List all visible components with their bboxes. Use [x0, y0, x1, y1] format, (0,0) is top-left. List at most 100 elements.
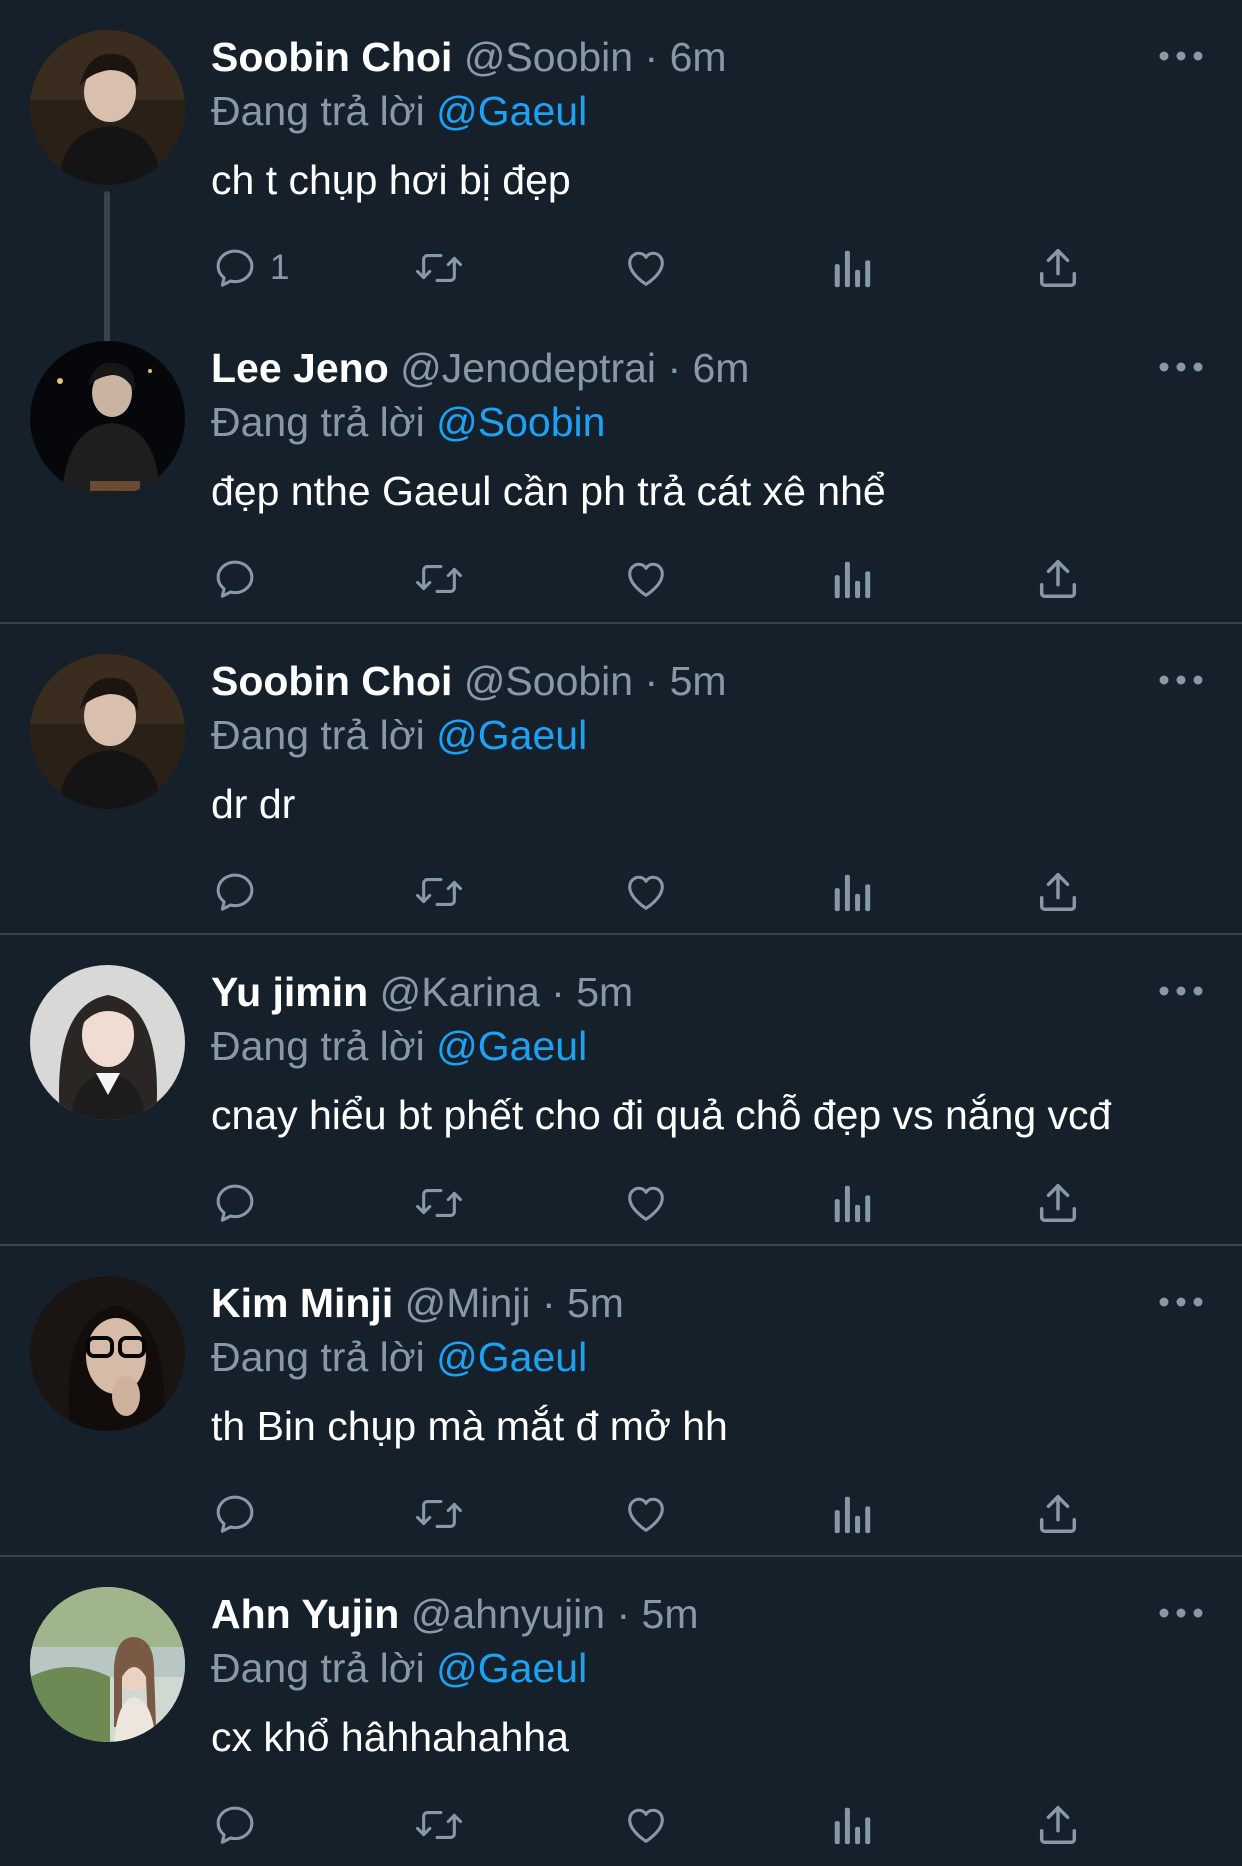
user-handle[interactable]: @Karina — [380, 969, 540, 1015]
tweet-actions — [0, 1797, 1242, 1853]
share-icon — [1039, 249, 1077, 287]
retweet-icon — [415, 254, 462, 282]
stats-icon — [834, 561, 871, 599]
timestamp[interactable]: 5m — [576, 969, 633, 1015]
more-icon[interactable] — [1156, 1601, 1206, 1625]
user-handle[interactable]: @Soobin — [464, 658, 633, 704]
reply-mention-link[interactable]: @Gaeul — [436, 712, 587, 758]
stats-icon — [834, 1496, 871, 1534]
display-name[interactable]: Kim Minji — [211, 1280, 393, 1326]
analytics-button[interactable] — [830, 1797, 874, 1853]
tweet-text: ch t chụp hơi bị đẹp — [211, 157, 571, 203]
reply-mention-link[interactable]: @Gaeul — [436, 88, 587, 134]
like-icon — [628, 1497, 664, 1532]
display-name[interactable]: Soobin Choi — [211, 658, 452, 704]
like-button[interactable] — [623, 551, 669, 607]
tweet[interactable]: Soobin Choi @Soobin · 6m Đang trả lời @G… — [0, 0, 1242, 343]
analytics-button[interactable] — [830, 864, 874, 920]
avatar[interactable] — [30, 30, 185, 185]
avatar[interactable] — [30, 965, 185, 1120]
reply-button[interactable] — [212, 864, 270, 920]
more-icon[interactable] — [1156, 355, 1206, 379]
retweet-icon — [415, 1500, 462, 1528]
avatar[interactable] — [30, 341, 185, 496]
timestamp[interactable]: 6m — [693, 345, 750, 391]
like-button[interactable] — [623, 864, 669, 920]
replying-to-label: Đang trả lời — [211, 1023, 425, 1069]
share-button[interactable] — [1036, 864, 1080, 920]
reply-mention-link[interactable]: @Gaeul — [436, 1645, 587, 1691]
share-icon — [1039, 873, 1077, 911]
user-handle[interactable]: @Minji — [405, 1280, 531, 1326]
timestamp[interactable]: 5m — [642, 1591, 699, 1637]
user-handle[interactable]: @Jenodeptrai — [400, 345, 656, 391]
more-icon[interactable] — [1156, 44, 1206, 68]
analytics-button[interactable] — [830, 240, 874, 296]
reply-mention-link[interactable]: @Gaeul — [436, 1334, 587, 1380]
avatar[interactable] — [30, 1276, 185, 1431]
reply-icon — [216, 560, 254, 598]
display-name[interactable]: Ahn Yujin — [211, 1591, 399, 1637]
reply-button[interactable] — [212, 1797, 270, 1853]
user-handle[interactable]: @ahnyujin — [411, 1591, 605, 1637]
tweet-actions: 1 — [0, 240, 1242, 296]
tweet[interactable]: Soobin Choi @Soobin · 5m Đang trả lời @G… — [0, 622, 1242, 933]
reply-button[interactable] — [212, 1175, 270, 1231]
share-button[interactable] — [1036, 1797, 1080, 1853]
tweet[interactable]: Lee Jeno @Jenodeptrai · 6m Đang trả lời … — [0, 311, 1242, 622]
reply-count: 1 — [270, 248, 290, 287]
like-button[interactable] — [623, 1486, 669, 1542]
avatar[interactable] — [30, 1587, 185, 1742]
retweet-button[interactable] — [414, 1797, 464, 1853]
retweet-icon — [415, 878, 462, 906]
retweet-button[interactable] — [414, 864, 464, 920]
user-handle[interactable]: @Soobin — [464, 34, 633, 80]
display-name[interactable]: Soobin Choi — [211, 34, 452, 80]
avatar[interactable] — [30, 654, 185, 809]
analytics-button[interactable] — [830, 551, 874, 607]
tweet-header: Soobin Choi @Soobin · 6m — [211, 30, 727, 84]
replying-to-label: Đang trả lời — [211, 399, 425, 445]
tweet-text: đẹp nthe Gaeul cần ph trả cát xê nhể — [211, 468, 886, 514]
replying-to: Đang trả lời @Gaeul — [211, 1330, 587, 1384]
more-icon[interactable] — [1156, 668, 1206, 692]
reply-icon — [216, 1495, 254, 1533]
tweet[interactable]: Kim Minji @Minji · 5m Đang trả lời @Gaeu… — [0, 1244, 1242, 1555]
like-button[interactable] — [623, 1797, 669, 1853]
more-icon[interactable] — [1156, 1290, 1206, 1314]
tweet[interactable]: Ahn Yujin @ahnyujin · 5m Đang trả lời @G… — [0, 1555, 1242, 1866]
like-icon — [628, 562, 664, 597]
like-icon — [628, 875, 664, 910]
reply-button[interactable] — [212, 1486, 270, 1542]
tweet[interactable]: Yu jimin @Karina · 5m Đang trả lời @Gaeu… — [0, 933, 1242, 1244]
like-button[interactable] — [623, 240, 669, 296]
share-button[interactable] — [1036, 551, 1080, 607]
separator-dot: · — [551, 969, 565, 1015]
retweet-button[interactable] — [414, 551, 464, 607]
share-button[interactable] — [1036, 1175, 1080, 1231]
display-name[interactable]: Yu jimin — [211, 969, 368, 1015]
share-button[interactable] — [1036, 1486, 1080, 1542]
analytics-button[interactable] — [830, 1175, 874, 1231]
reply-mention-link[interactable]: @Soobin — [436, 399, 605, 445]
reply-icon — [216, 873, 254, 911]
retweet-button[interactable] — [414, 1175, 464, 1231]
retweet-button[interactable] — [414, 240, 464, 296]
tweet-header: Soobin Choi @Soobin · 5m — [211, 654, 727, 708]
display-name[interactable]: Lee Jeno — [211, 345, 389, 391]
reply-button[interactable] — [212, 551, 270, 607]
share-icon — [1039, 560, 1077, 598]
timestamp[interactable]: 5m — [567, 1280, 624, 1326]
reply-mention-link[interactable]: @Gaeul — [436, 1023, 587, 1069]
tweet-actions — [0, 1486, 1242, 1542]
analytics-button[interactable] — [830, 1486, 874, 1542]
reply-button[interactable]: 1 — [212, 240, 289, 296]
share-button[interactable] — [1036, 240, 1080, 296]
retweet-button[interactable] — [414, 1486, 464, 1542]
separator-dot: · — [616, 1591, 631, 1637]
like-icon — [628, 1808, 664, 1843]
timestamp[interactable]: 6m — [670, 34, 727, 80]
like-button[interactable] — [623, 1175, 669, 1231]
more-icon[interactable] — [1156, 979, 1206, 1003]
timestamp[interactable]: 5m — [670, 658, 727, 704]
